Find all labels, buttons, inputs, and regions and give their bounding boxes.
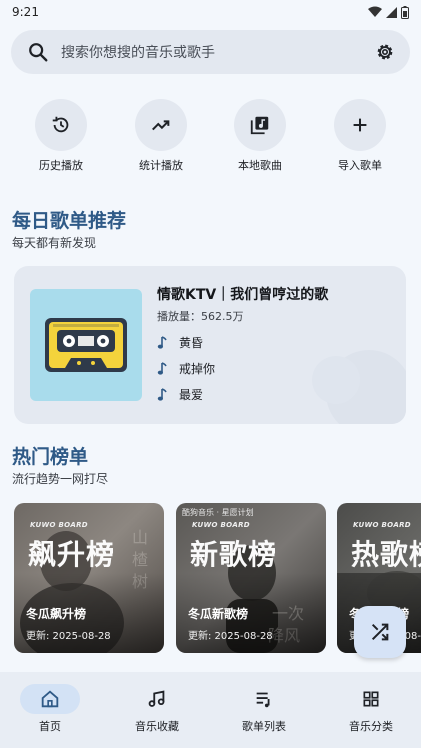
search-input[interactable]: 搜索你想搜的音乐或歌手 (61, 42, 374, 62)
nav-pill (20, 684, 80, 714)
chart-big-title: 热歌榜 (351, 538, 421, 571)
chart-top-tag: 酷狗音乐 · 星愿计划 (182, 508, 254, 517)
song-item[interactable]: 戒掉你 (157, 360, 215, 377)
card-decoration (312, 356, 360, 404)
nav-categories[interactable]: 音乐分类 (326, 684, 416, 734)
nav-home[interactable]: 首页 (5, 684, 95, 734)
cassette-icon (45, 318, 127, 372)
nav-pill (341, 684, 401, 714)
song-item[interactable]: 最爱 (157, 386, 203, 403)
nav-playlists[interactable]: 歌单列表 (219, 684, 309, 734)
playlist-cover (30, 289, 142, 401)
nav-favorites[interactable]: 音乐收藏 (112, 684, 202, 734)
nav-favorites-label: 音乐收藏 (135, 720, 179, 733)
trending-up-icon (152, 120, 170, 131)
status-time: 9:21 (12, 5, 39, 19)
shuffle-icon (371, 623, 389, 641)
grid-icon (363, 691, 379, 707)
wifi-icon (368, 6, 382, 17)
chart-date: 更新: 2025-08-28 (26, 631, 111, 642)
song-name: 最爱 (179, 388, 204, 402)
song-item[interactable]: 黄昏 (157, 334, 203, 351)
music-note-icon (157, 335, 167, 349)
quick-local-button[interactable]: 本地歌曲 (220, 99, 300, 173)
chart-card-new[interactable]: 一次 降风 酷狗音乐 · 星愿计划 KUWO BOARD 新歌榜 冬瓜新歌榜 更… (176, 503, 326, 653)
quick-stats-button[interactable]: 统计播放 (121, 99, 201, 173)
status-icons (368, 5, 409, 19)
battery-icon (401, 5, 409, 19)
daily-playlist-card[interactable]: 情歌KTV｜我们曾哼过的歌 播放量：562.5万 黄昏 戒掉你 最爱 (14, 266, 406, 424)
chart-name: 冬瓜飙升榜 (26, 607, 87, 621)
chart-name: 冬瓜新歌榜 (188, 607, 249, 621)
stats-circle (135, 99, 187, 151)
search-icon (29, 43, 48, 62)
history-circle (35, 99, 87, 151)
daily-title: 每日歌单推荐 (12, 210, 127, 232)
playlist-icon (256, 692, 270, 708)
status-bar: 9:21 (0, 0, 421, 24)
nav-home-label: 首页 (39, 720, 61, 733)
chart-board-label: KUWO BOARD (192, 521, 250, 529)
daily-subtitle: 每天都有新发现 (12, 236, 97, 250)
chart-big-title: 飙升榜 (28, 538, 116, 571)
song-name: 黄昏 (179, 336, 204, 350)
svg-text:山: 山 (132, 528, 148, 547)
nav-categories-label: 音乐分类 (349, 720, 393, 733)
quick-local-label: 本地歌曲 (238, 159, 282, 172)
song-name: 戒掉你 (179, 362, 216, 376)
quick-stats-label: 统计播放 (139, 159, 183, 172)
nav-playlists-label: 歌单列表 (242, 720, 286, 733)
hot-title: 热门榜单 (12, 446, 89, 468)
nav-pill (127, 684, 187, 714)
shuffle-button[interactable] (354, 606, 406, 658)
chart-date: 更新: 2025-08-28 (188, 631, 273, 642)
bottom-nav: 首页 音乐收藏 歌单列表 音乐分类 (0, 672, 421, 748)
quick-actions: 历史播放 统计播放 本地歌曲 导入歌单 (0, 99, 421, 179)
playlist-plays: 播放量：562.5万 (157, 310, 244, 323)
chart-board-label: KUWO BOARD (30, 521, 88, 529)
gear-icon[interactable] (374, 41, 396, 63)
nav-pill (234, 684, 294, 714)
playlist-title: 情歌KTV｜我们曾哼过的歌 (157, 287, 329, 303)
music-note-icon (157, 387, 167, 401)
music-note-icon (157, 361, 167, 375)
quick-history-label: 历史播放 (39, 159, 83, 172)
local-circle (234, 99, 286, 151)
chart-card-soaring[interactable]: 山 楂 树 KUWO BOARD 飙升榜 冬瓜飙升榜 更新: 2025-08-2… (14, 503, 164, 653)
quick-import-button[interactable]: 导入歌单 (320, 99, 400, 173)
music-note-icon (148, 690, 165, 707)
chart-big-title: 新歌榜 (190, 538, 278, 571)
quick-import-label: 导入歌单 (338, 159, 382, 172)
home-icon (41, 690, 59, 708)
history-icon (52, 116, 69, 133)
chart-board-label: KUWO BOARD (353, 521, 411, 529)
quick-history-button[interactable]: 历史播放 (21, 99, 101, 173)
add-icon (353, 118, 367, 132)
signal-icon (386, 6, 397, 18)
import-circle (334, 99, 386, 151)
search-bar[interactable]: 搜索你想搜的音乐或歌手 (11, 30, 410, 74)
library-music-icon (250, 116, 269, 135)
hot-subtitle: 流行趋势一网打尽 (12, 472, 109, 486)
svg-text:楂: 楂 (132, 550, 148, 569)
